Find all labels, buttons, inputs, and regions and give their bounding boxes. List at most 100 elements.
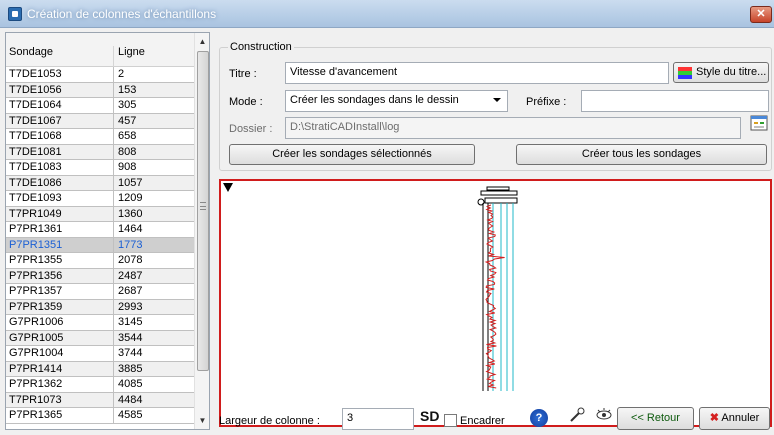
list-item[interactable]: T7DE1067 457 — [6, 113, 194, 129]
list-item[interactable]: T7DE1083 908 — [6, 160, 194, 176]
list-item[interactable]: P7PR1356 2487 — [6, 268, 194, 284]
create-selected-button[interactable]: Créer les sondages sélectionnés — [229, 144, 475, 165]
browse-folder-icon[interactable] — [749, 113, 769, 133]
list-item[interactable]: T7DE1064 305 — [6, 98, 194, 114]
cell-ligne: 1209 — [118, 192, 143, 204]
column-header-sondage[interactable]: Sondage — [9, 46, 53, 58]
encadrer-label: Encadrer — [460, 415, 505, 427]
list-item[interactable]: P7PR1351 1773 — [6, 237, 194, 253]
close-button[interactable]: ✕ — [750, 6, 772, 23]
window-title: Création de colonnes d'échantillons — [27, 7, 217, 21]
list-item[interactable]: P7PR1414 3885 — [6, 361, 194, 377]
cell-sondage: T7DE1083 — [9, 161, 62, 173]
list-header: Sondage Ligne — [6, 33, 194, 72]
cell-ligne: 1773 — [118, 238, 143, 251]
encadrer-checkbox[interactable] — [444, 414, 457, 427]
cell-ligne: 2687 — [118, 285, 143, 297]
list-item[interactable]: P7PR1359 2993 — [6, 299, 194, 315]
color-style-icon — [678, 67, 692, 79]
list-item[interactable]: P7PR1362 4085 — [6, 377, 194, 393]
list-item[interactable]: T7DE1053 2 — [6, 67, 194, 83]
cell-sondage: G7PR1004 — [9, 347, 64, 359]
titre-input[interactable]: Vitesse d'avancement — [285, 62, 669, 84]
column-width-input[interactable]: 3 — [342, 408, 414, 430]
grip-icon — [200, 202, 206, 210]
cell-ligne: 2 — [118, 68, 125, 80]
cell-ligne: 153 — [118, 83, 137, 96]
list-item[interactable]: G7PR1004 3744 — [6, 346, 194, 362]
column-header-ligne[interactable]: Ligne — [118, 46, 145, 58]
prefixe-input[interactable] — [581, 90, 769, 112]
chevron-down-icon — [493, 98, 501, 102]
list-item[interactable]: T7DE1093 1209 — [6, 191, 194, 207]
scroll-down-icon[interactable]: ▼ — [195, 413, 209, 429]
cell-sondage: G7PR1005 — [9, 331, 64, 344]
cancel-button[interactable]: ✖ Annuler — [699, 407, 770, 430]
cancel-x-icon: ✖ — [709, 412, 719, 424]
cell-ligne: 908 — [118, 161, 137, 173]
back-label: << Retour — [631, 412, 680, 424]
log-column-drawing — [477, 186, 518, 391]
cell-sondage: T7DE1067 — [9, 114, 62, 127]
cell-sondage: P7PR1355 — [9, 254, 63, 266]
titre-label: Titre : — [229, 68, 257, 80]
list-item[interactable]: P7PR1357 2687 — [6, 284, 194, 300]
cell-sondage: T7DE1086 — [9, 176, 62, 189]
dossier-label: Dossier : — [229, 123, 273, 135]
cell-sondage: P7PR1351 — [9, 238, 63, 251]
cell-sondage: P7PR1414 — [9, 362, 63, 375]
cell-ligne: 4585 — [118, 409, 143, 421]
log-preview — [219, 179, 772, 427]
cell-sondage: T7DE1053 — [9, 68, 62, 80]
style-title-button[interactable]: Style du titre... — [673, 62, 769, 83]
help-icon[interactable]: ? — [530, 409, 548, 427]
cell-ligne: 808 — [118, 145, 137, 158]
list-item[interactable]: G7PR1005 3544 — [6, 330, 194, 346]
dialog-window: Création de colonnes d'échantillons ✕ So… — [0, 0, 774, 435]
cell-sondage: P7PR1359 — [9, 300, 63, 313]
list-item[interactable]: G7PR1006 3145 — [6, 315, 194, 331]
list-scrollbar[interactable]: ▲ ▼ — [194, 33, 209, 429]
scroll-thumb[interactable] — [197, 51, 209, 371]
list-item[interactable]: P7PR1365 4585 — [6, 408, 194, 424]
cell-ligne: 1360 — [118, 207, 143, 220]
cell-sondage: T7DE1093 — [9, 192, 62, 204]
list-item[interactable]: T7DE1086 1057 — [6, 175, 194, 191]
mode-select[interactable]: Créer les sondages dans le dessin — [285, 90, 508, 112]
column-width-label: Largeur de colonne : — [219, 415, 320, 427]
list-item[interactable]: T7DE1081 808 — [6, 144, 194, 160]
cell-ligne: 2487 — [118, 269, 143, 282]
preview-eye-icon[interactable] — [592, 406, 616, 430]
cell-ligne: 2993 — [118, 300, 143, 313]
cell-ligne: 1057 — [118, 176, 143, 189]
construction-group-label: Construction — [228, 41, 294, 53]
list-item[interactable]: T7DE1068 658 — [6, 129, 194, 145]
list-item[interactable]: T7DE1056 153 — [6, 82, 194, 98]
list-rows: T7DE1053 2 T7DE1056 153 T7DE1064 305 T7DE1067 4… — [6, 67, 194, 424]
create-all-button[interactable]: Créer tous les sondages — [516, 144, 767, 165]
cell-sondage: P7PR1362 — [9, 378, 63, 390]
back-button[interactable]: << Retour — [617, 407, 694, 430]
title-bar[interactable]: Création de colonnes d'échantillons ✕ — [0, 0, 774, 28]
list-item[interactable]: P7PR1355 2078 — [6, 253, 194, 269]
cell-ligne: 4484 — [118, 393, 143, 406]
sample-list: Sondage Ligne T7DE1053 2 T7DE1056 153 T7DE10… — [5, 32, 210, 430]
cell-sondage: T7DE1068 — [9, 130, 62, 142]
cell-sondage: P7PR1356 — [9, 269, 63, 282]
app-icon — [8, 7, 22, 21]
cell-sondage: P7PR1361 — [9, 223, 63, 235]
scroll-up-icon[interactable]: ▲ — [195, 33, 209, 50]
cell-sondage: T7DE1064 — [9, 99, 62, 111]
cell-ligne: 658 — [118, 130, 137, 142]
cell-sondage: P7PR1365 — [9, 409, 63, 421]
cell-sondage: T7PR1073 — [9, 393, 62, 406]
cell-ligne: 3544 — [118, 331, 143, 344]
list-item[interactable]: P7PR1361 1464 — [6, 222, 194, 238]
list-item[interactable]: T7PR1073 4484 — [6, 392, 194, 408]
list-item[interactable]: T7PR1049 1360 — [6, 206, 194, 222]
cell-ligne: 3744 — [118, 347, 143, 359]
sd-icon[interactable]: SD — [420, 408, 440, 430]
cell-sondage: G7PR1006 — [9, 316, 64, 328]
pick-tool-icon[interactable] — [565, 406, 589, 430]
dossier-input[interactable]: D:\StratiCADInstall\log — [285, 117, 741, 139]
